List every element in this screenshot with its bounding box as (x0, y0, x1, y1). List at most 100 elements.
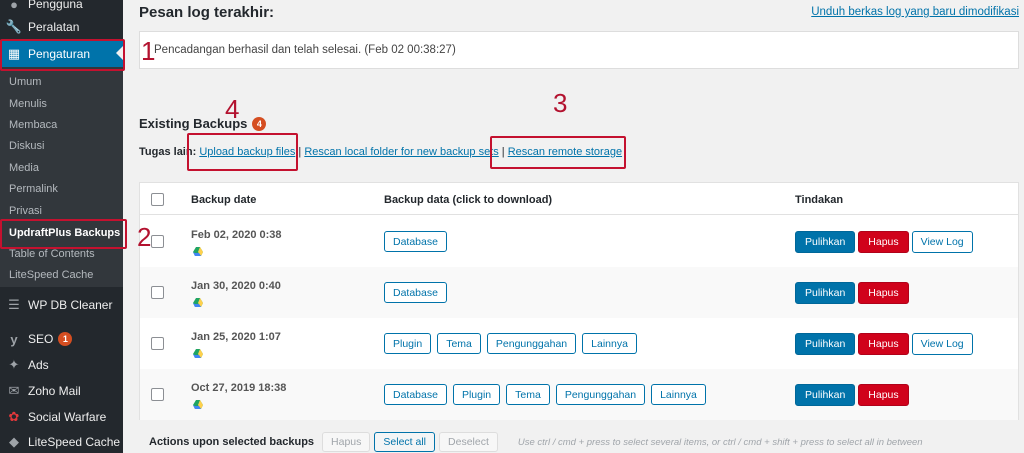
row-checkbox[interactable] (151, 388, 164, 401)
submenu-item-membaca[interactable]: Membaca (9, 119, 57, 131)
backup-date: Jan 30, 2020 0:40 (191, 280, 281, 292)
backup-data-buttons: Database (384, 231, 447, 252)
delete-button[interactable]: Hapus (858, 282, 909, 304)
download-database-button[interactable]: Database (384, 231, 447, 252)
row-actions: Pulihkan Hapus View Log (795, 333, 973, 355)
menu-item-ads[interactable]: ✦ Ads (0, 353, 123, 377)
user-icon: ● (10, 0, 18, 12)
database-icon: ☰ (8, 297, 20, 312)
backups-table: Backup date Backup data (click to downlo… (139, 182, 1019, 420)
menu-label: Pengguna (28, 0, 83, 11)
rescan-remote-storage-link[interactable]: Rescan remote storage (508, 146, 622, 158)
row-actions: Pulihkan Hapus (795, 282, 909, 304)
menu-item-litespeed-cache[interactable]: ◆ LiteSpeed Cache (0, 430, 123, 453)
header-actions: Tindakan (795, 194, 844, 206)
menu-item-seo[interactable]: y SEO 1 (0, 327, 123, 351)
download-database-button[interactable]: Database (384, 282, 447, 303)
select-all-button[interactable]: Select all (374, 432, 436, 452)
delete-button[interactable]: Hapus (858, 384, 909, 406)
tasks-label: Tugas lain: (139, 146, 197, 158)
download-others-button[interactable]: Lainnya (582, 333, 637, 354)
restore-button[interactable]: Pulihkan (795, 384, 856, 406)
submenu-item-litespeed[interactable]: LiteSpeed Cache (9, 269, 93, 281)
row-checkbox[interactable] (151, 235, 164, 248)
submenu-item-diskusi[interactable]: Diskusi (9, 140, 44, 152)
download-plugin-button[interactable]: Plugin (452, 384, 501, 405)
backup-date: Feb 02, 2020 0:38 (191, 229, 282, 241)
settings-icon: ▦ (7, 45, 21, 61)
annotation-number-3: 3 (553, 88, 568, 118)
other-tasks: Tugas lain: Upload backup files | Rescan… (139, 146, 623, 158)
backup-date: Jan 25, 2020 1:07 (191, 331, 281, 343)
submenu-item-media[interactable]: Media (9, 162, 39, 174)
bulk-actions-bar: Actions upon selected backups Hapus Sele… (149, 432, 923, 452)
row-actions: Pulihkan Hapus View Log (795, 231, 973, 253)
wrench-icon: 🔧 (5, 19, 23, 34)
social-icon: ✿ (8, 409, 20, 424)
submenu-item-umum[interactable]: Umum (9, 76, 41, 88)
menu-label: Pengaturan (28, 46, 91, 61)
log-heading: Pesan log terakhir: (139, 4, 275, 21)
download-log-link[interactable]: Unduh berkas log yang baru dimodifikasi (811, 6, 1019, 18)
delete-button[interactable]: Hapus (858, 231, 909, 253)
submenu-item-toc[interactable]: Table of Contents (9, 248, 95, 260)
row-checkbox[interactable] (151, 286, 164, 299)
bulk-delete-button[interactable]: Hapus (322, 432, 371, 452)
menu-item-pengguna[interactable]: ● Pengguna (0, 0, 123, 16)
mail-icon: ✉ (8, 383, 20, 398)
header-backup-data: Backup data (click to download) (384, 194, 553, 206)
submenu-item-permalink[interactable]: Permalink (9, 183, 58, 195)
download-theme-button[interactable]: Tema (437, 333, 481, 354)
backup-data-buttons: Database (384, 282, 447, 303)
download-uploads-button[interactable]: Pengunggahan (486, 333, 577, 354)
seo-icon: y (10, 331, 18, 347)
menu-item-pengaturan[interactable]: ▦ Pengaturan (0, 40, 123, 67)
menu-item-zoho-mail[interactable]: ✉ Zoho Mail (0, 379, 123, 403)
deselect-button[interactable]: Deselect (439, 432, 498, 452)
delete-button[interactable]: Hapus (858, 333, 909, 355)
restore-button[interactable]: Pulihkan (795, 333, 856, 355)
upload-backup-files-link[interactable]: Upload backup files (199, 146, 295, 158)
google-drive-icon (193, 298, 203, 307)
annotation-number-4: 4 (225, 94, 240, 124)
google-drive-icon (193, 247, 203, 256)
table-row[interactable]: Feb 02, 2020 0:38 Database Pulihkan Hapu… (140, 216, 1018, 267)
view-log-button[interactable]: View Log (911, 333, 973, 355)
existing-backups-heading: Existing Backups 4 (139, 116, 267, 131)
download-database-button[interactable]: Database (384, 384, 447, 405)
table-row[interactable]: Jan 30, 2020 0:40 Database Pulihkan Hapu… (140, 267, 1018, 318)
bulk-actions-label: Actions upon selected backups (149, 436, 315, 448)
submenu-item-privasi[interactable]: Privasi (9, 205, 42, 217)
menu-item-social-warfare[interactable]: ✿ Social Warfare (0, 405, 123, 429)
view-log-button[interactable]: View Log (911, 231, 973, 253)
menu-label: LiteSpeed Cache (28, 435, 121, 449)
table-header: Backup date Backup data (click to downlo… (140, 183, 1018, 215)
annotation-number-1: 1 (141, 36, 156, 66)
menu-label: Zoho Mail (28, 384, 81, 398)
log-message: Pencadangan berhasil dan telah selesai. … (154, 44, 456, 56)
main-content: Pesan log terakhir: Unduh berkas log yan… (123, 0, 1024, 453)
menu-item-wp-db-cleaner[interactable]: ☰ WP DB Cleaner (0, 293, 123, 317)
menu-item-peralatan[interactable]: 🔧 Peralatan (0, 15, 123, 39)
table-row[interactable]: Jan 25, 2020 1:07 Plugin Tema Pengunggah… (140, 318, 1018, 369)
rescan-local-folder-link[interactable]: Rescan local folder for new backup sets (304, 146, 498, 158)
table-row[interactable]: Oct 27, 2019 18:38 Database Plugin Tema … (140, 369, 1018, 420)
download-plugin-button[interactable]: Plugin (384, 333, 432, 354)
header-backup-date: Backup date (191, 194, 257, 206)
submenu-item-menulis[interactable]: Menulis (9, 98, 47, 110)
diamond-icon: ◆ (9, 434, 19, 449)
selection-hint: Use ctrl / cmd + press to select several… (517, 436, 923, 448)
menu-label: SEO (28, 332, 54, 346)
seo-notification-badge: 1 (58, 332, 73, 346)
backup-data-buttons: Plugin Tema Pengunggahan Lainnya (384, 333, 637, 354)
restore-button[interactable]: Pulihkan (795, 231, 856, 253)
google-drive-icon (193, 400, 203, 409)
download-uploads-button[interactable]: Pengunggahan (555, 384, 646, 405)
row-checkbox[interactable] (151, 337, 164, 350)
download-theme-button[interactable]: Tema (506, 384, 550, 405)
select-all-checkbox[interactable] (151, 193, 164, 206)
menu-label: Ads (28, 358, 49, 372)
restore-button[interactable]: Pulihkan (795, 282, 856, 304)
submenu-item-updraftplus[interactable]: UpdraftPlus Backups (9, 227, 120, 239)
download-others-button[interactable]: Lainnya (651, 384, 706, 405)
